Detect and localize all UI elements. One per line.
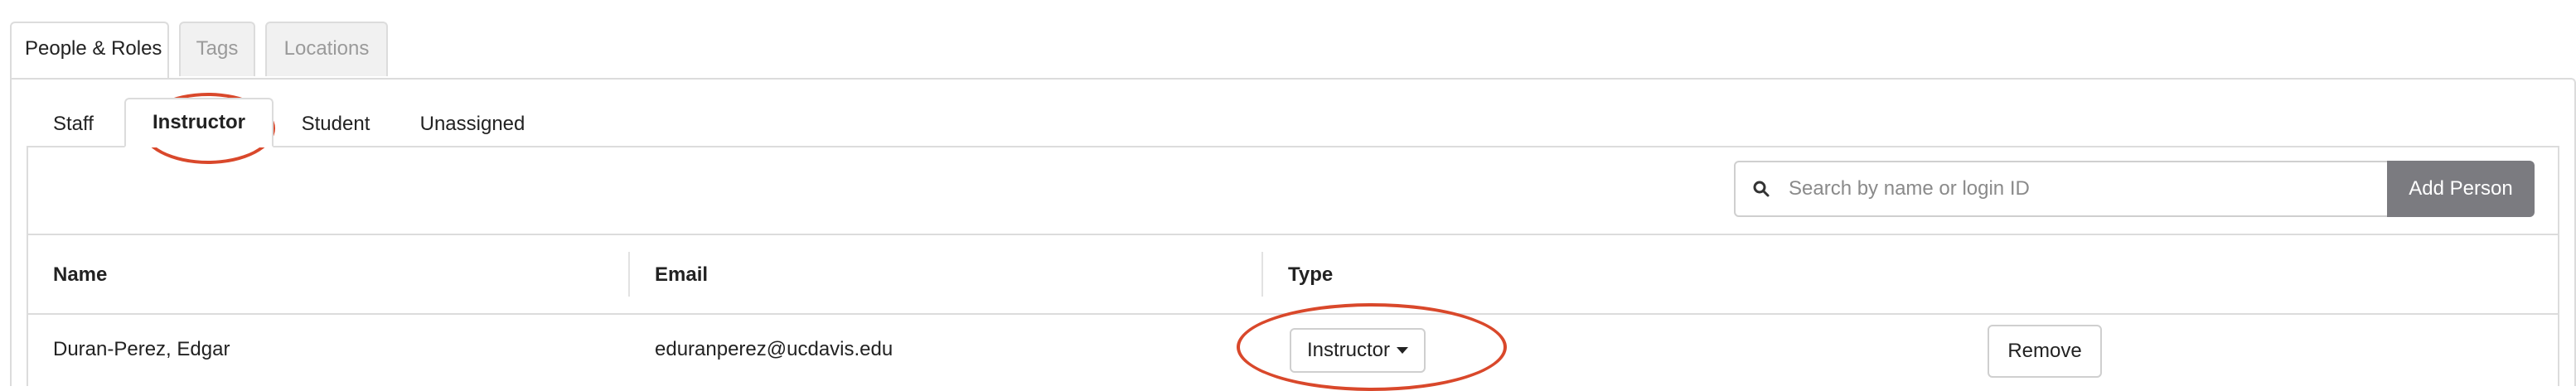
search-box bbox=[1734, 161, 2389, 217]
column-divider bbox=[1261, 252, 1263, 297]
outer-tabs: People & Roles Tags Locations bbox=[10, 22, 388, 80]
role-tabs: Staff Instructor Student Unassigned bbox=[27, 98, 547, 147]
search-input[interactable] bbox=[1787, 163, 2387, 215]
person-name: Duran-Perez, Edgar bbox=[53, 338, 230, 360]
column-header-type: Type bbox=[1288, 263, 1334, 286]
tab-instructor[interactable]: Instructor bbox=[124, 98, 274, 147]
person-email: eduranperez@ucdavis.edu bbox=[655, 338, 893, 360]
tab-people-roles[interactable]: People & Roles bbox=[10, 22, 169, 80]
table-row: Duran-Perez, Edgar eduranperez@ucdavis.e… bbox=[27, 315, 2559, 386]
column-header-name: Name bbox=[53, 263, 108, 286]
caret-down-icon bbox=[1397, 347, 1409, 354]
tab-staff[interactable]: Staff bbox=[27, 101, 124, 147]
tab-student[interactable]: Student bbox=[274, 101, 398, 147]
type-dropdown[interactable]: Instructor bbox=[1290, 328, 1426, 373]
search-icon bbox=[1736, 162, 1787, 215]
table-header: Name Email Type bbox=[27, 235, 2559, 315]
column-divider bbox=[628, 252, 630, 297]
add-person-button[interactable]: Add Person bbox=[2387, 161, 2535, 217]
type-dropdown-value: Instructor bbox=[1306, 339, 1391, 361]
tab-tags[interactable]: Tags bbox=[179, 22, 255, 76]
remove-button[interactable]: Remove bbox=[1988, 325, 2102, 378]
tab-unassigned[interactable]: Unassigned bbox=[398, 101, 547, 147]
tab-locations[interactable]: Locations bbox=[265, 22, 388, 76]
column-header-email: Email bbox=[655, 263, 709, 286]
